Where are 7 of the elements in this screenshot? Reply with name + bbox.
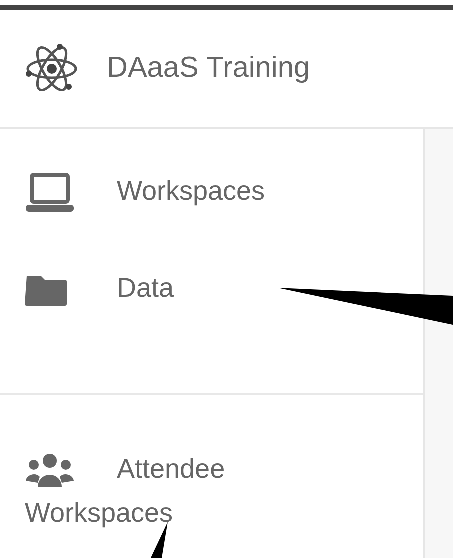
folder-icon — [25, 274, 67, 306]
laptop-icon — [25, 172, 75, 213]
app-title: DAaaS Training — [107, 52, 310, 85]
nav-link[interactable]: Data — [0, 266, 325, 310]
nav-link[interactable]: Workspaces — [0, 169, 325, 213]
nav-link[interactable]: Attendee Workspaces — [0, 447, 325, 535]
people-icon — [25, 452, 75, 489]
